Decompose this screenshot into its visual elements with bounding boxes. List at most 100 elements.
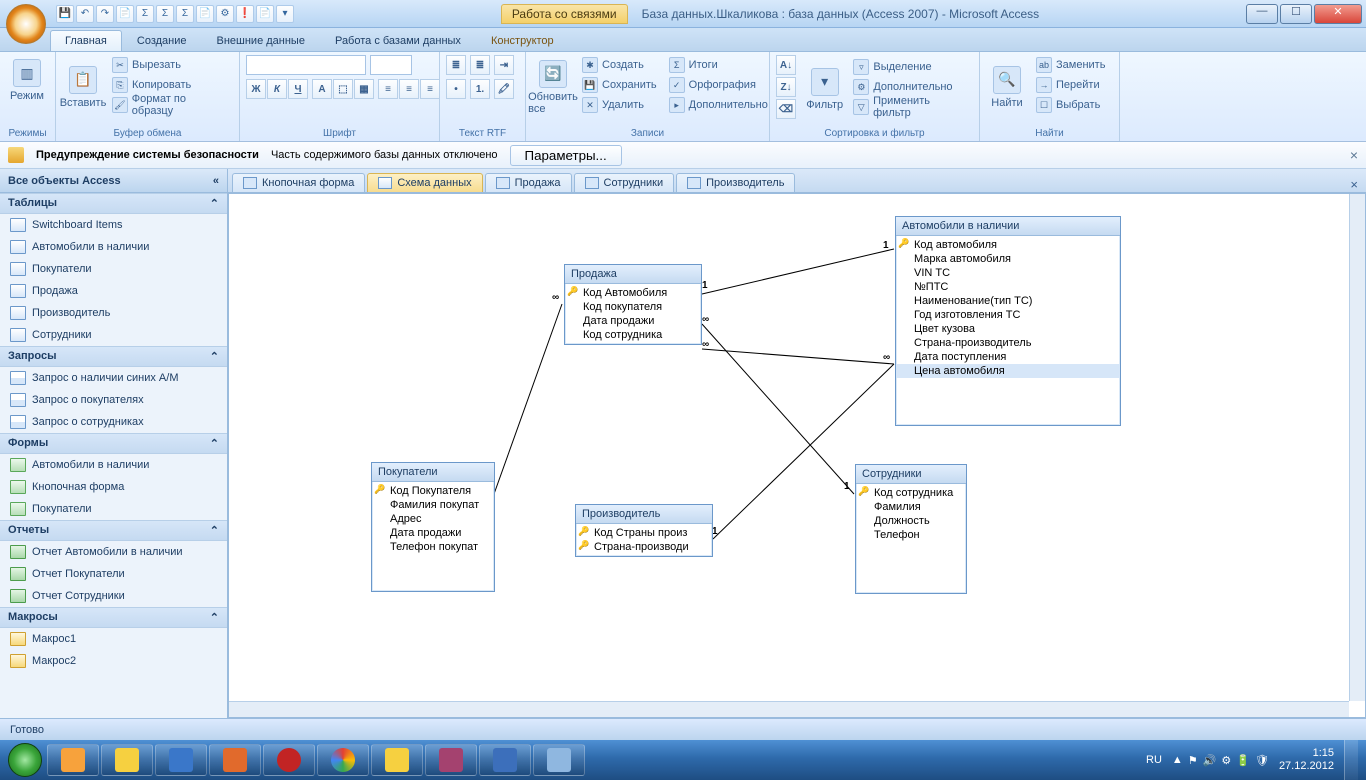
format-painter-button[interactable]: 🖌Формат по образцу [108,95,233,115]
bold-button[interactable]: Ж [246,79,266,99]
nav-category[interactable]: Макросы⌃ [0,607,227,628]
clear-sort-button[interactable]: ⌫ [776,99,796,119]
table-field[interactable]: Дата продажи [372,526,494,540]
find-button[interactable]: 🔍Найти [986,62,1028,109]
align-left-button[interactable]: ≡ [378,79,398,99]
table-field[interactable]: Дата поступления [896,350,1120,364]
office-button[interactable] [6,4,46,44]
vertical-scrollbar[interactable] [1349,194,1365,701]
table-field[interactable]: Фамилия [856,500,966,514]
table-field[interactable]: Фамилия покупат [372,498,494,512]
ribbon-tab-create[interactable]: Создание [122,30,202,51]
underline-button[interactable]: Ч [288,79,308,99]
fill-color-button[interactable]: ⬚ [333,79,353,99]
doc-tab-relationships[interactable]: Схема данных [367,173,482,192]
sort-desc-button[interactable]: Z↓ [776,77,796,97]
ribbon-tab-home[interactable]: Главная [50,30,122,51]
nav-item[interactable]: Макрос2 [0,650,227,672]
ribbon-tab-dbtools[interactable]: Работа с базами данных [320,30,476,51]
font-size-select[interactable] [370,55,412,75]
spelling-button[interactable]: ✓Орфография [665,75,772,95]
table-field[interactable]: Код Страны произ [576,526,712,540]
refresh-all-button[interactable]: 🔄Обновить все [532,56,574,115]
select-button[interactable]: ☐Выбрать [1032,95,1109,115]
rtf-button[interactable]: ≣ [470,55,490,75]
maximize-button[interactable]: ☐ [1280,4,1312,24]
table-field[interactable]: Телефон [856,528,966,542]
nav-item[interactable]: Запрос о наличии синих А/М [0,367,227,389]
qat-icon[interactable]: Σ [156,5,174,23]
table-field[interactable]: Адрес [372,512,494,526]
copy-button[interactable]: ⎘Копировать [108,75,233,95]
nav-category[interactable]: Таблицы⌃ [0,193,227,214]
taskbar-app[interactable] [47,744,99,776]
sort-asc-button[interactable]: A↓ [776,55,796,75]
table-field[interactable]: Дата продажи [565,314,701,328]
nav-category[interactable]: Запросы⌃ [0,346,227,367]
rtf-button[interactable]: 🖍 [494,79,514,99]
table-field[interactable]: Код автомобиля [896,238,1120,252]
qat-icon[interactable]: 📄 [196,5,214,23]
nav-item[interactable]: Отчет Автомобили в наличии [0,541,227,563]
filter-button[interactable]: ▾Фильтр [804,64,845,111]
table-header[interactable]: Покупатели [372,463,494,482]
table-box-proizv[interactable]: ПроизводительКод Страны произСтрана-прои… [575,504,713,557]
table-field[interactable]: Телефон покупат [372,540,494,554]
cut-button[interactable]: ✂Вырезать [108,55,233,75]
tray-icons[interactable]: ▲⚑🔊⚙🔋🛡 [1172,754,1269,767]
nav-item[interactable]: Покупатели [0,498,227,520]
clock[interactable]: 1:1527.12.2012 [1279,747,1334,773]
table-header[interactable]: Производитель [576,505,712,524]
qat-redo-icon[interactable]: ↷ [96,5,114,23]
selection-filter-button[interactable]: ▿Выделение [849,57,973,77]
qat-icon[interactable]: ❗ [236,5,254,23]
table-field[interactable]: Должность [856,514,966,528]
table-box-prodazha[interactable]: ПродажаКод АвтомобиляКод покупателяДата … [564,264,702,345]
nav-item[interactable]: Кнопочная форма [0,476,227,498]
qat-icon[interactable]: Σ [176,5,194,23]
taskbar-app[interactable] [209,744,261,776]
toggle-filter-button[interactable]: ▽Применить фильтр [849,97,973,117]
nav-item[interactable]: Запрос о сотрудниках [0,411,227,433]
table-field[interactable]: VIN ТС [896,266,1120,280]
horizontal-scrollbar[interactable] [229,701,1349,717]
nav-item[interactable]: Продажа [0,280,227,302]
taskbar-app[interactable] [479,744,531,776]
grid-button[interactable]: ▦ [354,79,374,99]
table-field[interactable]: Цвет кузова [896,322,1120,336]
table-field[interactable]: Марка автомобиля [896,252,1120,266]
more-button[interactable]: ▸Дополнительно [665,95,772,115]
table-field[interactable]: Год изготовления ТС [896,308,1120,322]
table-field[interactable]: Страна-производитель [896,336,1120,350]
font-select[interactable] [246,55,366,75]
nav-item[interactable]: Производитель [0,302,227,324]
doc-tab-table[interactable]: Производитель [676,173,795,192]
taskbar-app[interactable] [317,744,369,776]
rtf-button[interactable]: ⇥ [494,55,514,75]
doc-tab-table[interactable]: Продажа [485,173,572,192]
rtf-button[interactable]: • [446,79,466,99]
language-indicator[interactable]: RU [1146,754,1162,766]
start-button[interactable] [4,740,46,780]
ribbon-tab-design[interactable]: Конструктор [476,30,569,51]
table-header[interactable]: Продажа [565,265,701,284]
table-field[interactable]: №ПТС [896,280,1120,294]
table-header[interactable]: Автомобили в наличии [896,217,1120,236]
taskbar-app[interactable] [533,744,585,776]
security-options-button[interactable]: Параметры... [510,145,622,166]
table-field[interactable]: Код Автомобиля [565,286,701,300]
taskbar-app[interactable] [155,744,207,776]
save-record-button[interactable]: 💾Сохранить [578,75,661,95]
totals-button[interactable]: ΣИтоги [665,55,772,75]
close-button[interactable]: ✕ [1314,4,1362,24]
nav-item[interactable]: Сотрудники [0,324,227,346]
align-right-button[interactable]: ≡ [420,79,440,99]
taskbar-app[interactable] [101,744,153,776]
rtf-button[interactable]: ≣ [446,55,466,75]
doc-tab-table[interactable]: Сотрудники [574,173,675,192]
relationships-canvas[interactable]: 1 1 ∞ 1 ∞ ∞ ∞ 1 1 ПродажаКод АвтомобиляК… [228,193,1366,718]
nav-item[interactable]: Автомобили в наличии [0,236,227,258]
view-button[interactable]: ▥Режим [6,55,48,102]
qat-icon[interactable]: Σ [136,5,154,23]
new-record-button[interactable]: ✱Создать [578,55,661,75]
